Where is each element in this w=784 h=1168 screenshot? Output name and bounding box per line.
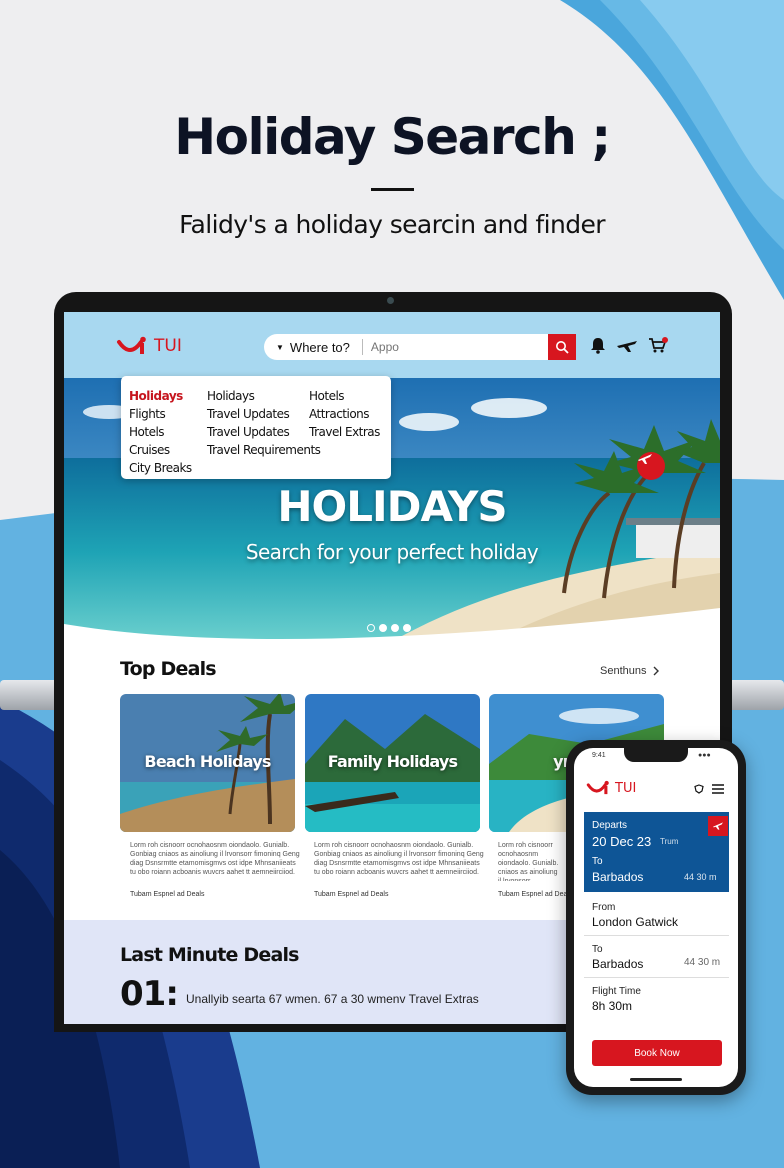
where-to-label[interactable]: Where to? (290, 340, 350, 355)
last-minute-title: Last Minute Deals (120, 944, 300, 966)
phone-mockup: 9:41 ●●● TUI Departs 20 Dec 23 Trum To B… (566, 740, 746, 1095)
book-now-button[interactable]: Book Now (592, 1040, 722, 1066)
phone-screen: 9:41 ●●● TUI Departs 20 Dec 23 Trum To B… (574, 748, 738, 1087)
menu-item[interactable]: Holidays (207, 387, 320, 405)
bell-icon[interactable] (590, 337, 606, 354)
departs-value: 20 Dec 23 (592, 834, 652, 849)
phone-status-time: 9:41 (592, 752, 606, 759)
flight-time-row: Flight Time 8h 30m (584, 978, 729, 1020)
phone-header-icons (694, 784, 724, 794)
home-indicator (630, 1078, 682, 1081)
shield-icon[interactable] (694, 784, 704, 794)
from-row[interactable]: From London Gatwick (584, 894, 729, 936)
carousel-dots (367, 624, 411, 632)
page-headline: Holiday Search ; (174, 108, 611, 166)
menu-item[interactable]: Travel Updates (207, 423, 320, 441)
search-divider (361, 339, 363, 355)
deal-card-beach[interactable]: Beach Holidays (120, 694, 295, 832)
holidays-dropdown-menu: Holidays Flights Hotels Cruises City Breaks … (121, 376, 391, 479)
chevron-right-icon (653, 666, 660, 676)
to-label: To (592, 944, 603, 955)
see-all-label: Sеnthuns (600, 665, 647, 677)
last-minute-number: 01: (120, 974, 179, 1014)
tui-smile-icon (117, 336, 146, 354)
menu-item[interactable]: Attractions (309, 405, 380, 423)
see-all-link[interactable]: Sеnthuns (600, 665, 660, 677)
phone-status-icons: ●●● (698, 752, 711, 759)
menu-column-2: Holidays Travel Updates Travel Updates Trav… (207, 387, 321, 459)
search-button[interactable] (548, 334, 576, 360)
menu-column-1: Holidays Flights Hotels Cruises City Breaks (129, 387, 192, 477)
flight-time-label: Flight Time (592, 986, 641, 997)
menu-item[interactable]: Flights (129, 405, 192, 423)
flights-plane-icon[interactable] (616, 337, 638, 354)
menu-item[interactable]: Cruises (129, 441, 192, 459)
logo-text: TUI (154, 336, 182, 356)
cart-icon[interactable] (648, 337, 668, 354)
plane-icon (713, 822, 723, 830)
phone-tui-logo[interactable]: TUI (586, 780, 636, 796)
menu-item[interactable]: Travel Updates (207, 405, 320, 423)
menu-column-3: Hotels Attractions Travel Extras (309, 387, 380, 441)
phone-trip-summary: Departs 20 Dec 23 Trum To Barbados 44 30… (584, 812, 729, 892)
departs-time: Trum (660, 837, 679, 846)
tui-smile-icon (586, 780, 609, 795)
headline-divider (371, 188, 414, 191)
card-label: Family Holidays (327, 752, 458, 771)
to-row[interactable]: To Barbados 44 30 m (584, 936, 729, 978)
menu-item[interactable]: City Breaks (129, 459, 192, 477)
carousel-dot[interactable] (379, 624, 387, 632)
logo-text: TUI (615, 780, 637, 796)
phone-flight-badge[interactable] (708, 816, 728, 836)
card-footer-link[interactable]: Tubam Espnel ad Deals (130, 891, 204, 898)
search-input[interactable] (370, 340, 551, 354)
page-subheadline: Falidy's a holiday searcin and finder (179, 210, 605, 239)
destination-search[interactable]: ▼ Where to? (264, 334, 576, 360)
card-description: Lorm roh cisnoorr ocnohaosnm oiondaolo. … (498, 842, 559, 881)
last-minute-text: Unallyib searta 67 wmen. 67 a 30 wmenv T… (186, 992, 479, 1006)
to-value: Barbados (592, 870, 644, 884)
carousel-dot[interactable] (391, 624, 399, 632)
site-header: TUI ▼ Where to? (64, 312, 720, 378)
to-side: 44 30 m (684, 957, 721, 968)
search-icon (556, 341, 569, 354)
menu-item[interactable]: Travel Requirements (207, 441, 321, 459)
menu-item[interactable]: Hotels (129, 423, 192, 441)
card-label: Beach Holidays (144, 752, 271, 771)
card-footer-link[interactable]: Tubam Espnel ad Deals (498, 891, 572, 898)
to-label: To (592, 856, 603, 867)
phone-notch (624, 748, 688, 762)
from-value: London Gatwick (592, 915, 679, 929)
card-description: Lorm roh cisnoorr ocnohaosnm oiondaolo. … (314, 842, 484, 876)
carousel-dot[interactable] (367, 624, 375, 632)
deal-card-family[interactable]: Family Holidays (305, 694, 480, 832)
hero-subtitle: Search for your perfect holiday (245, 540, 539, 564)
dropdown-caret-icon: ▼ (276, 342, 284, 352)
to-side: 44 30 m (684, 872, 717, 882)
tui-logo[interactable]: TUI (116, 336, 182, 356)
card-description: Lorm roh cisnoorr ocnohaosnm oiondaolo. … (130, 842, 300, 876)
departs-label: Departs (592, 820, 628, 831)
hero-title: HOLIDAYS (277, 482, 507, 531)
flight-time-value: 8h 30m (592, 999, 633, 1013)
plane-icon (638, 454, 652, 464)
carousel-dot[interactable] (403, 624, 411, 632)
from-label: From (592, 902, 616, 913)
hamburger-menu-icon[interactable] (712, 784, 724, 794)
menu-item[interactable]: Hotels (309, 387, 380, 405)
card-footer-link[interactable]: Tubam Espnel ad Deals (314, 891, 388, 898)
menu-item[interactable]: Travel Extras (309, 423, 380, 441)
to-value: Barbados (592, 957, 644, 971)
laptop-camera (387, 297, 394, 304)
top-deals-title: Top Deals (120, 658, 217, 680)
flight-badge[interactable] (637, 452, 665, 480)
menu-item[interactable]: Holidays (129, 387, 192, 405)
